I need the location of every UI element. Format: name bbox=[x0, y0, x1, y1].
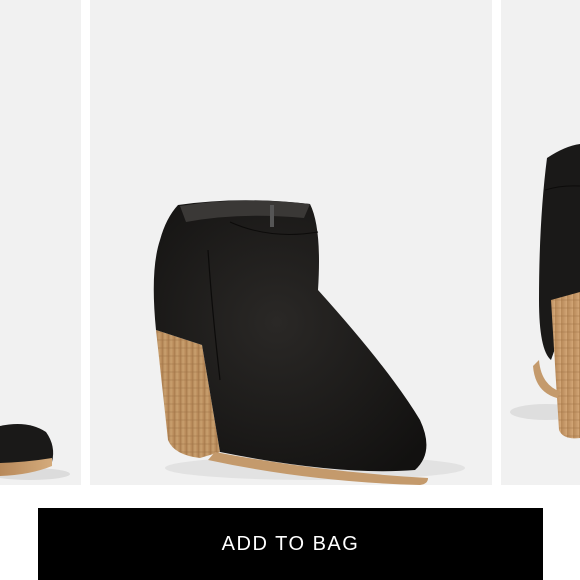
ankle-boot-image bbox=[153, 200, 465, 485]
add-to-bag-button[interactable]: ADD TO BAG bbox=[38, 508, 543, 580]
product-image-carousel[interactable] bbox=[0, 0, 580, 485]
ankle-boot-image bbox=[510, 144, 580, 439]
product-image-previous[interactable] bbox=[0, 0, 81, 485]
product-image-next[interactable] bbox=[501, 0, 580, 485]
ankle-boot-image bbox=[0, 424, 70, 480]
product-image-main[interactable] bbox=[90, 0, 492, 485]
